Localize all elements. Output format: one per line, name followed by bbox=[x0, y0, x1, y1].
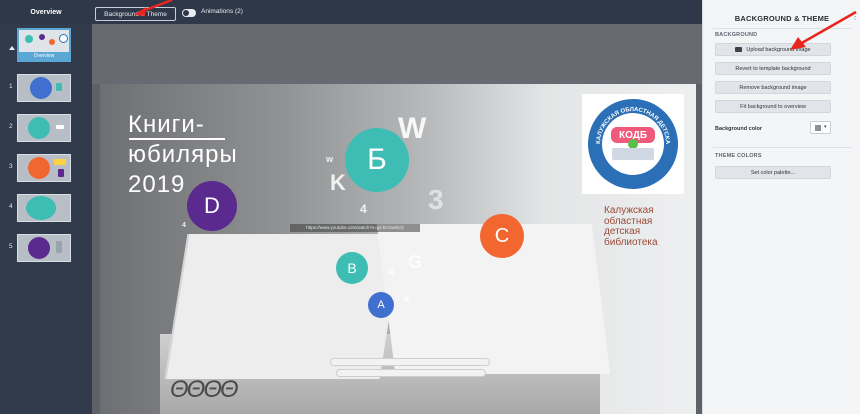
topic-circle-a[interactable]: A bbox=[368, 292, 394, 318]
decor-letter: 4 bbox=[360, 202, 367, 216]
slide-thumbnail[interactable] bbox=[17, 194, 71, 222]
slide-thumbnail[interactable] bbox=[17, 114, 71, 142]
topic-circle-label: Б bbox=[367, 143, 387, 176]
topic-circle-label: A bbox=[377, 299, 385, 311]
slide-thumbnail-rail: Overview 1 2 3 4 5 bbox=[0, 24, 92, 414]
topic-circle-d[interactable]: D bbox=[187, 181, 237, 231]
title-line: юбиляры bbox=[128, 141, 238, 168]
background-color-label: Background color bbox=[715, 126, 763, 132]
background-color-picker[interactable]: ▾ bbox=[810, 121, 831, 134]
topic-circle-b[interactable]: B bbox=[336, 252, 368, 284]
topic-circle-label: B bbox=[347, 260, 357, 276]
decor-letter: G bbox=[408, 252, 423, 272]
topic-circle-b-cyrillic[interactable]: Б bbox=[345, 128, 409, 192]
fit-background-button[interactable]: Fit background to overview bbox=[715, 100, 831, 113]
pen-image bbox=[336, 369, 486, 377]
slide-number: 1 bbox=[9, 83, 13, 90]
overview-thumbnail[interactable]: Overview bbox=[17, 28, 71, 62]
slide-thumbnail-row[interactable]: 1 bbox=[0, 68, 92, 108]
slide-thumbnail-row[interactable]: 2 bbox=[0, 108, 92, 148]
slide-number: 2 bbox=[9, 123, 13, 130]
slide-canvas[interactable]: ΘΘΘΘ Книги- юбиляры 2019 W w K 4 3 4 к G… bbox=[92, 24, 702, 414]
decor-letter: х bbox=[404, 294, 410, 305]
top-toolbar: Overview Background & Theme Animations (… bbox=[0, 0, 702, 24]
overview-tab[interactable]: Overview bbox=[0, 0, 92, 24]
divider bbox=[713, 147, 851, 148]
canvas-backdrop bbox=[92, 24, 702, 84]
decor-letter: K bbox=[330, 170, 346, 195]
slide-thumbnail[interactable] bbox=[17, 154, 71, 182]
slide-thumbnail-row[interactable]: 4 bbox=[0, 188, 92, 228]
slide-thumbnail[interactable] bbox=[17, 234, 71, 262]
pen-image bbox=[330, 358, 490, 366]
slide-thumbnail-row[interactable]: 3 bbox=[0, 148, 92, 188]
folder-icon bbox=[735, 47, 743, 52]
slide-number: 5 bbox=[9, 243, 13, 250]
overview-thumbnail-row[interactable]: Overview bbox=[0, 26, 92, 66]
home-icon bbox=[9, 46, 15, 50]
overview-thumbnail-label: Overview bbox=[19, 52, 69, 60]
topic-circle-label: D bbox=[204, 193, 220, 218]
library-name-text[interactable]: Калужская областная детская библиотека bbox=[604, 205, 684, 248]
title-line: Книги- bbox=[128, 111, 205, 138]
decor-letter: 3 bbox=[428, 184, 444, 215]
chevron-down-icon: ▾ bbox=[824, 124, 827, 130]
slide-number: 4 bbox=[9, 203, 13, 210]
revert-background-button[interactable]: Revert to template background bbox=[715, 62, 831, 75]
color-swatch bbox=[815, 125, 821, 131]
annotation-arrow-icon bbox=[134, 0, 173, 16]
library-name-line: библиотека bbox=[604, 236, 658, 248]
background-section-label: BACKGROUND bbox=[715, 32, 758, 38]
library-name-line: Калужская bbox=[604, 205, 654, 216]
decor-letter: к bbox=[388, 264, 395, 278]
video-url-link[interactable]: https://www.youtube.com/watch?v=gs-kIzmw… bbox=[290, 224, 420, 232]
library-name-line: детская bbox=[604, 226, 641, 237]
paper-clips-image: ΘΘΘΘ bbox=[170, 376, 239, 403]
topic-circle-label: C bbox=[494, 224, 510, 247]
library-logo[interactable]: КАЛУЖСКАЯ ОБЛАСТНАЯ ДЕТСКАЯ БИБЛИОТЕКА К… bbox=[582, 94, 684, 194]
slide-thumbnail-row[interactable]: 5 bbox=[0, 228, 92, 268]
prezi-editor: Overview Background & Theme Animations (… bbox=[0, 0, 860, 414]
decor-letter: w bbox=[326, 154, 334, 164]
theme-colors-section-label: THEME COLORS bbox=[715, 153, 762, 159]
set-color-palette-button[interactable]: Set color palette... bbox=[715, 166, 831, 179]
decor-letter: 4 bbox=[182, 222, 186, 229]
book-icon bbox=[612, 148, 654, 160]
slide-thumbnail[interactable] bbox=[17, 74, 71, 102]
topic-circle-c[interactable]: C bbox=[480, 214, 524, 258]
animations-label[interactable]: Animations (2) bbox=[201, 8, 243, 15]
overview-slide[interactable]: ΘΘΘΘ Книги- юбиляры 2019 W w K 4 3 4 к G… bbox=[100, 84, 696, 414]
annotation-arrow-icon bbox=[790, 10, 857, 50]
slide-number: 3 bbox=[9, 163, 13, 170]
title-underline bbox=[129, 138, 225, 140]
remove-background-button[interactable]: Remove background image bbox=[715, 81, 831, 94]
animations-toggle[interactable] bbox=[182, 9, 196, 17]
background-theme-panel: BACKGROUND & THEME ⋮ BACKGROUND Upload b… bbox=[702, 0, 860, 414]
